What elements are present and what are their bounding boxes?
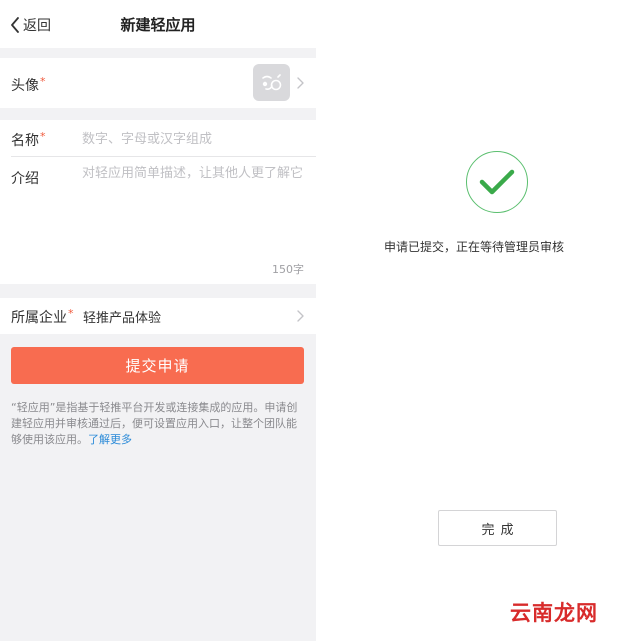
watermark: 云南龙网 <box>510 600 598 625</box>
done-button[interactable]: 完成 <box>438 510 557 546</box>
intro-label: 介绍 <box>11 171 39 187</box>
chevron-right-icon <box>297 77 304 89</box>
avatar-row[interactable]: 头像* <box>0 58 316 108</box>
submit-application-button[interactable]: 提交申请 <box>11 347 304 384</box>
divider <box>11 156 316 157</box>
intro-textarea[interactable] <box>82 165 304 245</box>
page-title: 新建轻应用 <box>120 16 196 34</box>
chevron-right-icon <box>297 310 304 322</box>
learn-more-link[interactable]: 了解更多 <box>88 433 132 446</box>
name-intro-block: 名称* 介绍 150字 <box>0 120 316 284</box>
navigation-bar: 返回 新建轻应用 <box>0 0 316 48</box>
name-label: 名称* <box>11 130 46 149</box>
status-message: 申请已提交，正在等待管理员审核 <box>383 240 564 254</box>
info-note-text: “轻应用”是指基于轻推平台开发或连接集成的应用。申请创建轻应用并审核通过后，便可… <box>11 401 298 446</box>
create-light-app-screen: 返回 新建轻应用 头像* 名称* 介绍 150字 所属企业* 轻推产品体 <box>0 0 316 641</box>
company-value: 轻推产品体验 <box>83 311 162 326</box>
success-indicator <box>466 151 528 213</box>
company-label: 所属企业* <box>11 307 74 326</box>
checkmark-icon <box>479 169 515 195</box>
required-mark: * <box>40 75 46 88</box>
name-input[interactable] <box>82 128 304 150</box>
avatar-label: 头像* <box>11 75 46 94</box>
required-mark: * <box>68 307 74 320</box>
intro-char-counter: 150字 <box>272 263 304 276</box>
required-mark: * <box>40 130 46 143</box>
info-note: “轻应用”是指基于轻推平台开发或连接集成的应用。申请创建轻应用并审核通过后，便可… <box>11 400 306 448</box>
submission-success-screen: 申请已提交，正在等待管理员审核 完成 云南龙网 <box>316 0 632 641</box>
app-avatar-placeholder-icon <box>261 73 281 90</box>
company-row[interactable]: 所属企业* 轻推产品体验 <box>0 298 316 334</box>
avatar-picker[interactable] <box>253 64 290 101</box>
